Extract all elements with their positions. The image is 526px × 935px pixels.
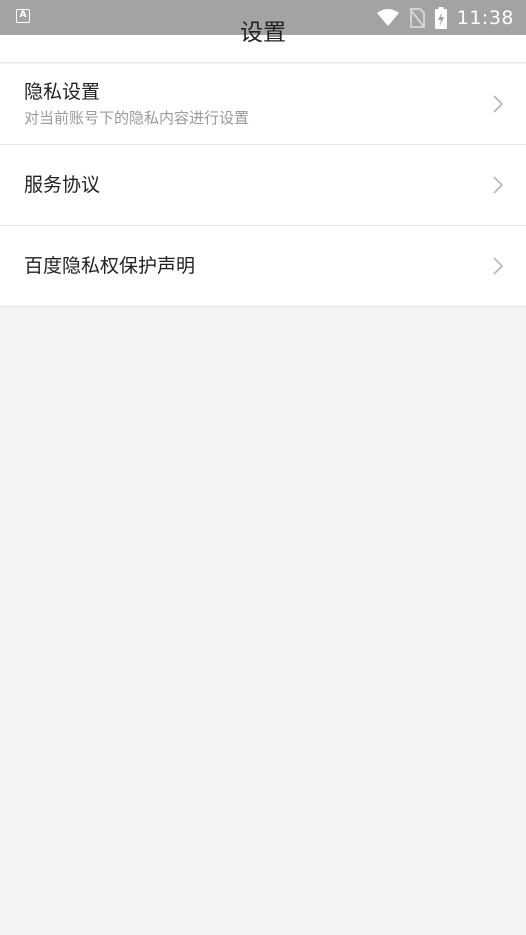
settings-list: 隐私设置 对当前账号下的隐私内容进行设置 服务协议 百度隐私权保护声明 [0,64,526,307]
item-title: 百度隐私权保护声明 [24,255,196,277]
item-text: 服务协议 [24,173,100,197]
settings-item-privacy[interactable]: 隐私设置 对当前账号下的隐私内容进行设置 [0,64,526,145]
item-title: 隐私设置 [24,81,101,103]
item-text: 百度隐私权保护声明 [24,254,195,278]
settings-item-privacy-statement[interactable]: 百度隐私权保护声明 [0,226,526,307]
item-text: 隐私设置 对当前账号下的隐私内容进行设置 [24,80,249,128]
chevron-right-icon [493,257,504,275]
item-subtitle: 对当前账号下的隐私内容进行设置 [24,109,250,127]
item-title: 服务协议 [24,174,101,196]
page-title: 设置 [240,20,286,46]
settings-item-service-agreement[interactable]: 服务协议 [0,145,526,226]
chevron-right-icon [493,95,504,113]
chevron-right-icon [493,176,504,194]
